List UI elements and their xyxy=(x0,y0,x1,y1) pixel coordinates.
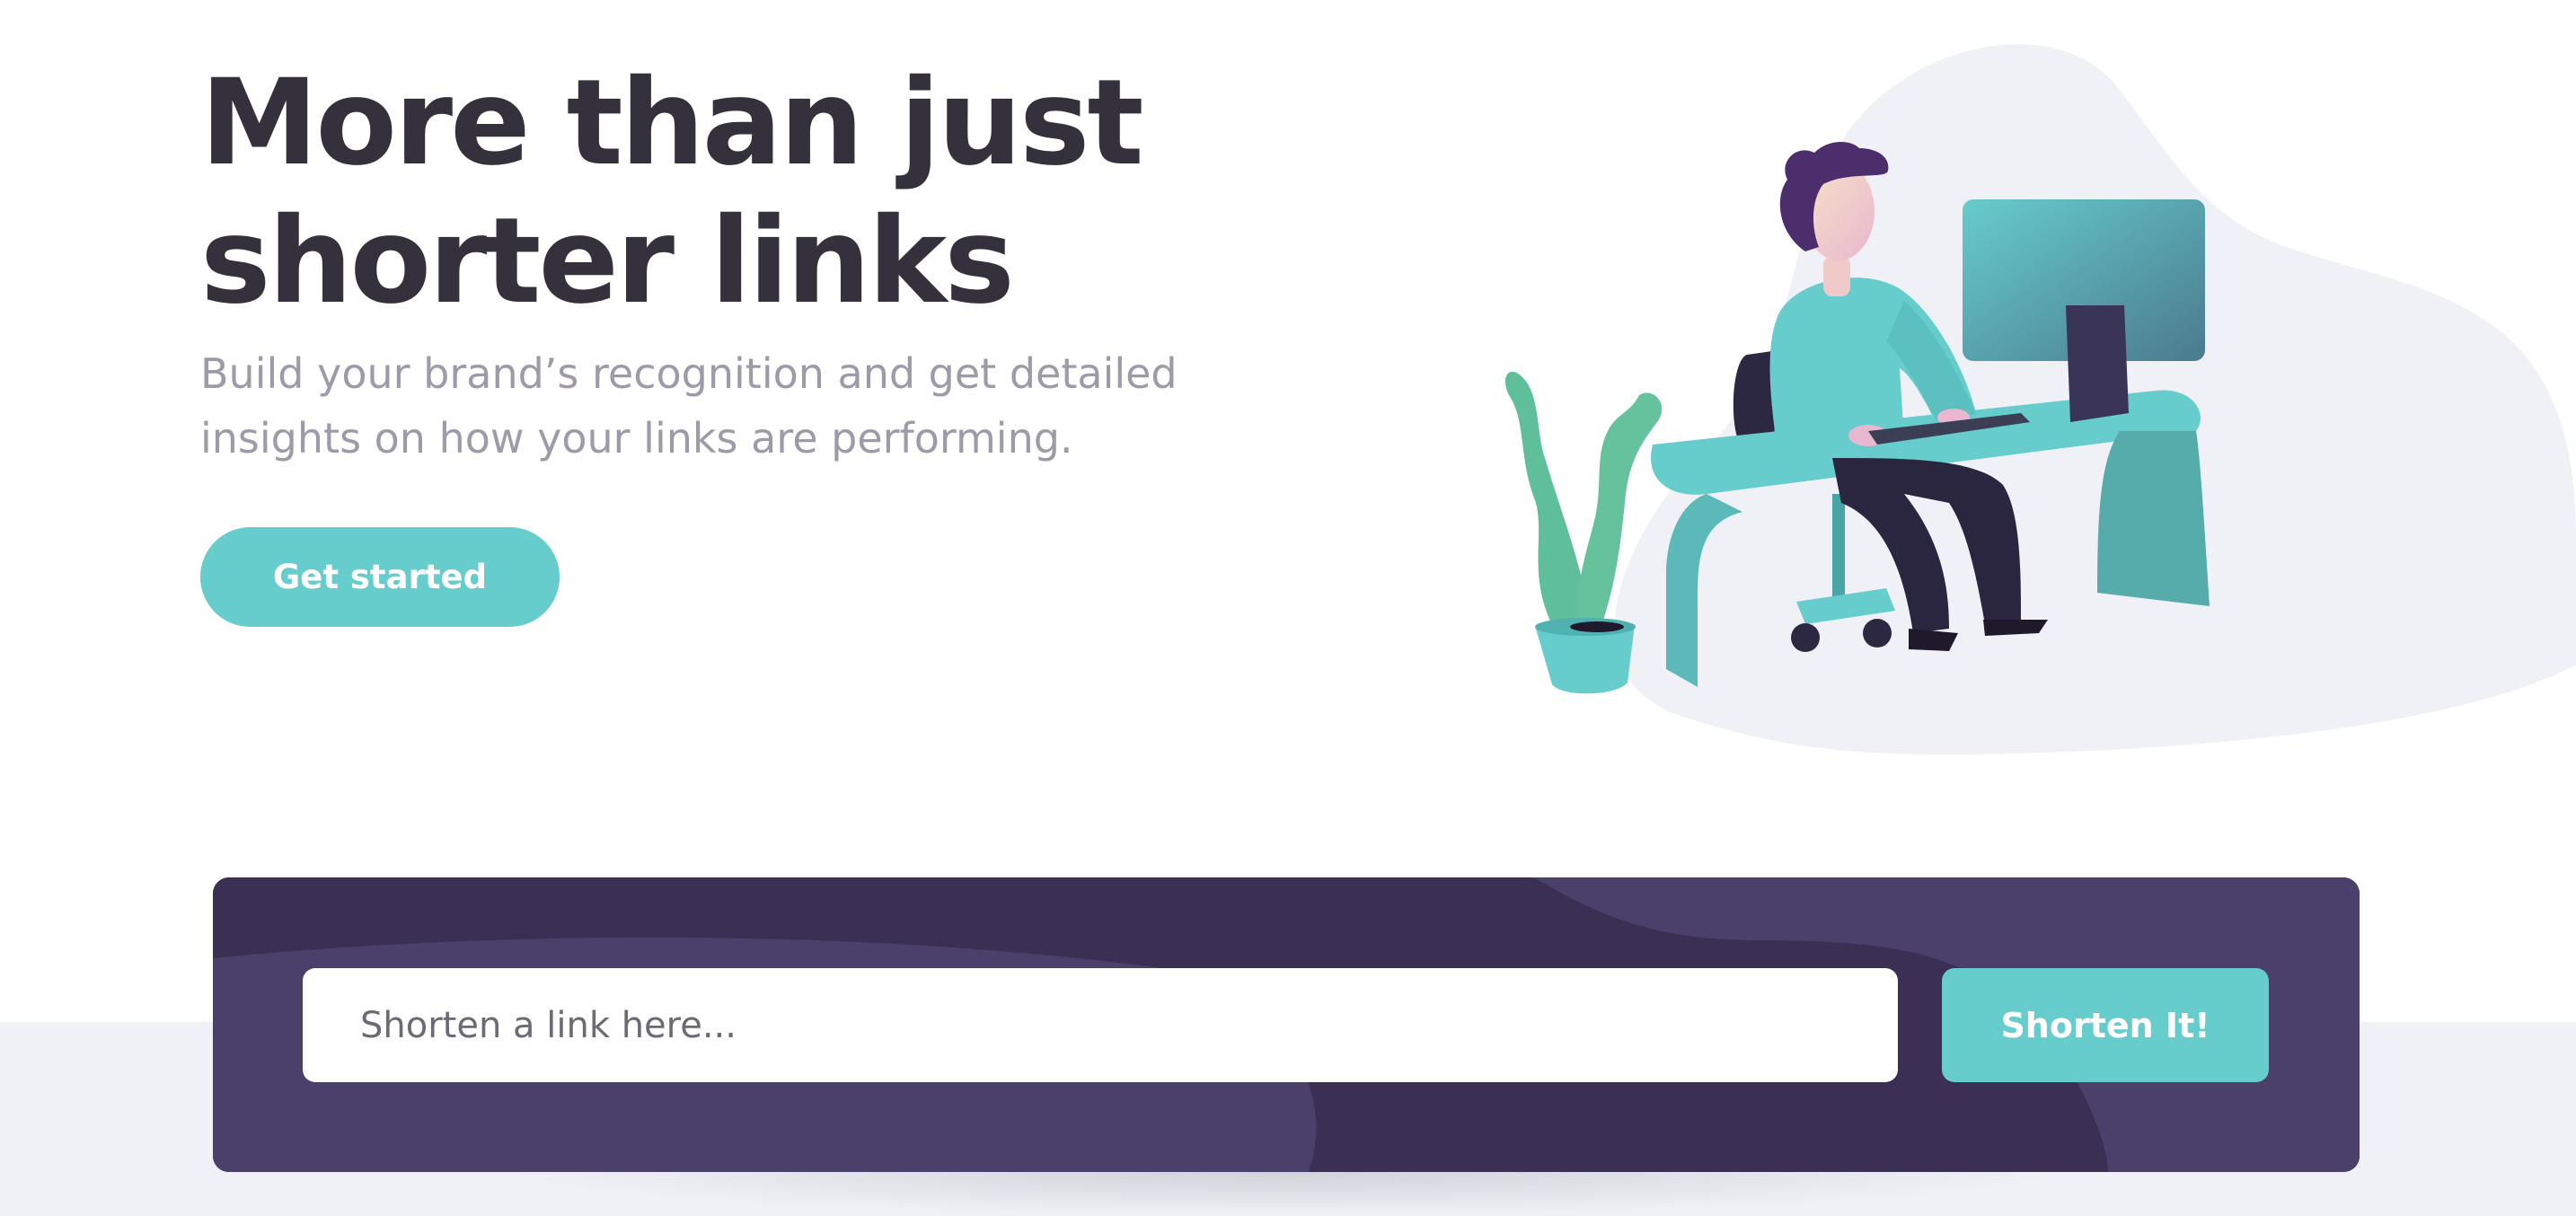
chair-wheel-left xyxy=(1791,623,1820,652)
hero-subtitle-line-1: Build your brand’s recognition and get d… xyxy=(200,349,1178,398)
shorten-link-panel: Shorten It! xyxy=(213,877,2360,1172)
person-working-at-desk-illustration xyxy=(1504,44,2576,755)
shorten-panel-shadow xyxy=(503,1172,2066,1216)
desk-leg-right xyxy=(2097,431,2210,606)
hero-title-line-2: shorter links xyxy=(200,192,1015,330)
monitor-stand xyxy=(2066,305,2129,422)
hero-title-line-1: More than just xyxy=(200,54,1144,192)
chair-wheel-right xyxy=(1863,619,1892,648)
get-started-button[interactable]: Get started xyxy=(200,527,560,627)
hero-text-block: More than just shorter links Build your … xyxy=(200,54,1323,471)
hero-subtitle: Build your brand’s recognition and get d… xyxy=(200,341,1278,471)
plant-soil xyxy=(1570,621,1624,632)
person-neck xyxy=(1823,256,1850,296)
hero-subtitle-line-2: insights on how your links are performin… xyxy=(200,414,1073,463)
shorten-link-input[interactable] xyxy=(303,968,1898,1082)
plant-leaf-left xyxy=(1504,371,1585,638)
chair-post xyxy=(1832,494,1845,602)
hero-title: More than just shorter links xyxy=(200,54,1323,330)
shorten-it-button[interactable]: Shorten It! xyxy=(1942,968,2269,1082)
